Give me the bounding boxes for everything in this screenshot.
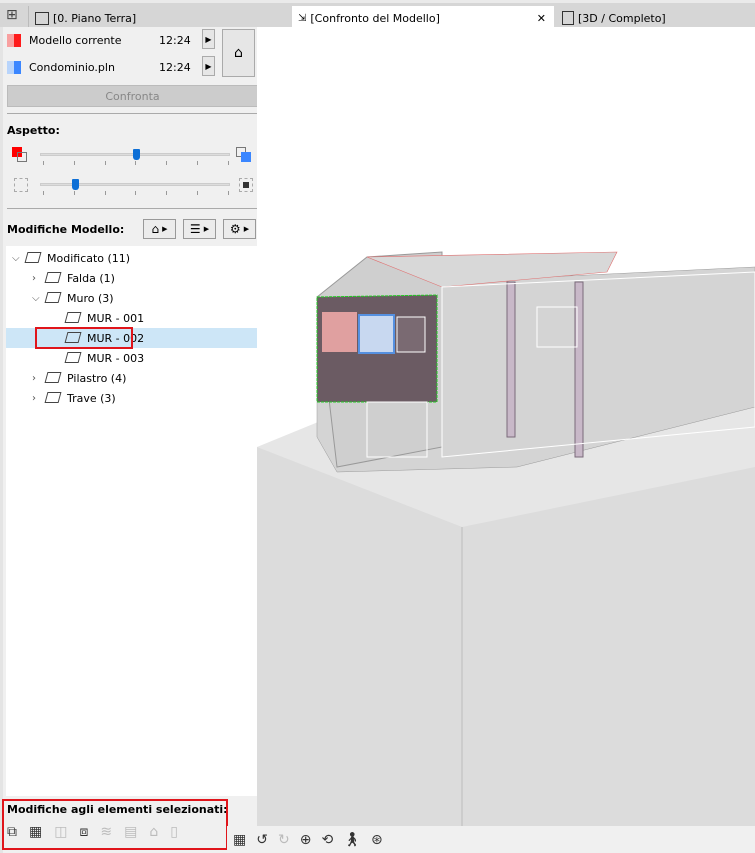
element-icon bbox=[44, 272, 62, 283]
element-icon bbox=[64, 352, 82, 363]
tab-bar: ⊞ [0. Piano Terra] ⇲ [Confronto del Mode… bbox=[0, 0, 755, 30]
view-toolbar: ▦ ↺ ↻ ⊕ ⟲ 🚶︎ ⊛ bbox=[227, 826, 755, 853]
model-changes-heading: Modifiche Modello: bbox=[7, 223, 125, 236]
model-current-menu-button[interactable]: ▶ bbox=[202, 29, 215, 49]
list-icon: ☰ bbox=[189, 222, 201, 236]
walk-icon[interactable]: 🚶︎ bbox=[343, 832, 361, 848]
building-model bbox=[257, 251, 755, 827]
element-icon bbox=[24, 252, 42, 263]
divider bbox=[7, 113, 258, 114]
fit-view-icon[interactable]: ⊛ bbox=[371, 832, 383, 848]
highlight-box bbox=[35, 327, 133, 349]
transparent-icon bbox=[14, 178, 28, 192]
opaque-icon bbox=[239, 178, 253, 192]
tree-item-label: Pilastro (4) bbox=[67, 371, 127, 385]
highlight-box bbox=[2, 799, 228, 850]
element-icon bbox=[64, 312, 82, 323]
swap-models-button[interactable]: ⌂ bbox=[222, 29, 255, 77]
tree-item[interactable]: › Trave (3) bbox=[6, 388, 260, 408]
rotate-right-icon[interactable]: ↻ bbox=[278, 832, 290, 848]
close-icon[interactable]: ✕ bbox=[537, 12, 546, 25]
tree-item-label: Modificato (11) bbox=[47, 251, 131, 265]
3d-box-icon bbox=[562, 11, 574, 25]
element-icon bbox=[44, 292, 62, 303]
filter-button[interactable]: ⌂ ▶ bbox=[143, 219, 176, 239]
settings-button[interactable]: ⚙ ▶ bbox=[223, 219, 256, 239]
compare-panel: Modello corrente 12:24 ▶ Condominio.pln … bbox=[0, 27, 260, 853]
list-button[interactable]: ☰ ▶ bbox=[183, 219, 216, 239]
model-reference-menu-button[interactable]: ▶ bbox=[202, 56, 215, 76]
slider-ticks bbox=[43, 161, 229, 165]
zoom-in-icon[interactable]: ⊕ bbox=[300, 832, 312, 848]
compare-arrows-icon: ⇲ bbox=[298, 12, 307, 24]
tree-item-label: Trave (3) bbox=[67, 391, 116, 405]
tree-item[interactable]: › Falda (1) bbox=[6, 268, 260, 288]
tree-item-label: Muro (3) bbox=[67, 291, 114, 305]
opacity-slider[interactable] bbox=[40, 149, 230, 160]
overlay-red-icon bbox=[12, 147, 28, 163]
tree-item[interactable]: MUR - 001 bbox=[6, 308, 260, 328]
model-row-current: Modello corrente 12:24 bbox=[7, 30, 191, 50]
chevron-right-icon[interactable]: › bbox=[32, 393, 36, 404]
chevron-down-icon[interactable]: ⌵ bbox=[12, 253, 20, 264]
tree-item[interactable]: ⌵ Modificato (11) bbox=[6, 248, 260, 268]
tree-item-label: Falda (1) bbox=[67, 271, 115, 285]
divider bbox=[7, 208, 258, 209]
tree-item[interactable]: ⌵ Muro (3) bbox=[6, 288, 260, 308]
filter-icon: ⌂ bbox=[151, 222, 160, 236]
model-row-reference: Condominio.pln 12:24 bbox=[7, 57, 191, 77]
aspect-heading: Aspetto: bbox=[7, 124, 60, 137]
element-icon bbox=[44, 392, 62, 403]
slider-ticks bbox=[43, 191, 229, 195]
rotate-left-icon[interactable]: ↺ bbox=[256, 832, 268, 848]
slider-thumb[interactable] bbox=[72, 179, 80, 190]
chevron-right-icon[interactable]: › bbox=[32, 273, 36, 284]
gear-icon: ⚙ bbox=[229, 222, 241, 236]
tree-item-label: MUR - 003 bbox=[87, 351, 145, 365]
red-swatch bbox=[7, 33, 21, 47]
slider-thumb[interactable] bbox=[132, 149, 140, 160]
chevron-down-icon[interactable]: ⌵ bbox=[32, 293, 40, 304]
tree-item[interactable]: › Pilastro (4) bbox=[6, 368, 260, 388]
3d-cube-icon[interactable]: ▦ bbox=[233, 832, 246, 848]
chevron-right-icon[interactable]: › bbox=[32, 373, 36, 384]
house-icon: ⌂ bbox=[234, 45, 243, 61]
transparency-slider[interactable] bbox=[40, 179, 230, 190]
tree-item-label: MUR - 001 bbox=[87, 311, 145, 325]
orbit-icon[interactable]: ⟲ bbox=[321, 832, 333, 848]
compare-button[interactable]: Confronta bbox=[7, 85, 258, 107]
blue-swatch bbox=[7, 60, 21, 74]
overlay-blue-icon bbox=[236, 147, 252, 163]
3d-viewport[interactable] bbox=[257, 27, 755, 827]
grid-icon[interactable]: ⊞ bbox=[6, 7, 18, 23]
floor-plan-icon bbox=[35, 11, 49, 25]
tree-item[interactable]: MUR - 003 bbox=[6, 348, 260, 368]
element-icon bbox=[44, 372, 62, 383]
